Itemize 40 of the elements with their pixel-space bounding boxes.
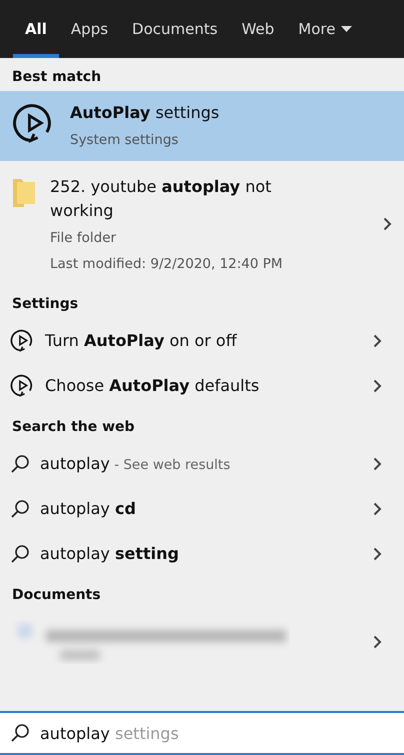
result-item[interactable]: autoplay cd <box>0 486 404 531</box>
section-heading: Settings <box>11 295 80 314</box>
result-type: File folder <box>50 229 118 248</box>
result-item[interactable]: autoplay - See web results <box>0 441 404 486</box>
chevron-right-icon <box>373 502 382 516</box>
search-icon <box>10 498 30 518</box>
result-title: 252. youtube autoplay not working <box>50 176 272 222</box>
play-circle-icon <box>10 373 35 398</box>
chevron-right-icon <box>373 456 382 470</box>
search-tab[interactable]: Web <box>230 0 286 58</box>
search-tab[interactable]: All <box>13 0 59 58</box>
result-item[interactable]: Turn AutoPlay on or off <box>0 318 404 363</box>
result-title: autoplay setting <box>40 544 180 563</box>
result-title: autoplay - See web results <box>40 454 232 473</box>
result-title: AutoPlay settings <box>70 102 220 124</box>
section-heading: Best match <box>11 68 102 87</box>
result-title: Turn AutoPlay on or off <box>45 331 238 350</box>
section-heading: Documents <box>11 586 102 605</box>
section-heading: Search the web <box>11 418 136 437</box>
result-item[interactable]: autoplay setting <box>0 531 404 576</box>
chevron-right-icon <box>383 216 392 230</box>
search-field[interactable]: autoplay settings <box>0 711 404 755</box>
play-circle-icon <box>10 328 35 353</box>
search-icon <box>10 454 30 474</box>
chevron-right-icon <box>373 378 382 392</box>
search-icon <box>10 544 30 564</box>
result-title: Choose AutoPlay defaults <box>45 376 260 395</box>
chevron-right-icon <box>373 334 382 348</box>
search-tab[interactable]: Apps <box>58 0 120 58</box>
chevron-right-icon <box>373 546 382 560</box>
search-tab[interactable]: More <box>286 0 364 58</box>
search-icon <box>10 723 30 743</box>
result-modified: Last modified: 9/2/2020, 12:40 PM <box>50 255 284 274</box>
result-item[interactable]: AutoPlay settings System settings <box>0 91 404 161</box>
result-title: autoplay cd <box>40 499 137 518</box>
chevron-right-icon <box>373 635 382 649</box>
result-item[interactable]: Choose AutoPlay defaults <box>0 363 404 408</box>
search-tab[interactable]: Documents <box>120 0 230 58</box>
result-item[interactable]: 252. youtube autoplay not working File folder Last modified: 9/2/2020, 12:40 PM <box>0 161 404 285</box>
result-type: System settings <box>70 131 180 150</box>
